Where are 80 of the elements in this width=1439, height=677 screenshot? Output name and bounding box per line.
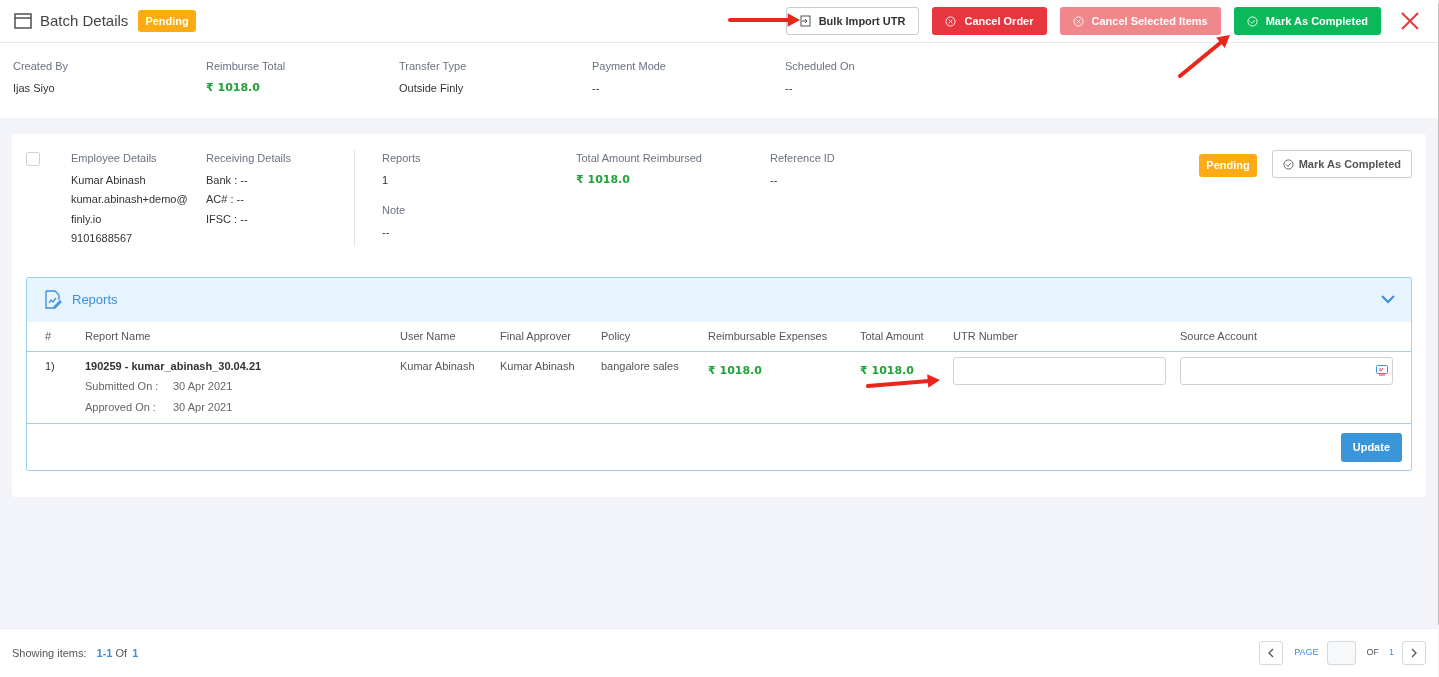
field-label: Reference ID	[770, 151, 836, 166]
field-value: --	[382, 224, 391, 240]
employee-detail: Kumar Abinash	[71, 172, 147, 188]
utr-input-field[interactable]	[953, 356, 1166, 385]
field-label: Reports	[382, 151, 422, 166]
date-label: Approved On :	[85, 399, 157, 415]
column-header: Report Name	[85, 328, 152, 344]
column-header: Final Approver	[500, 328, 572, 344]
select-checkbox[interactable]	[26, 152, 40, 166]
employee-detail: 9101688567	[71, 231, 134, 246]
column-header: UTR Number	[953, 328, 1019, 344]
check-circle-icon	[1282, 158, 1294, 170]
receiving-detail: Bank : --	[206, 172, 249, 188]
of-label: OF	[1366, 646, 1379, 660]
mark-completed-button[interactable]: Mark As Completed	[1271, 150, 1412, 178]
field-label: Payment Mode	[592, 59, 667, 74]
column-header: #	[45, 328, 53, 344]
action-button[interactable]: Cancel Order	[932, 7, 1047, 35]
field-value: --	[770, 172, 779, 188]
field-label: Receiving Details	[206, 151, 292, 166]
chevron-right-icon	[1411, 648, 1417, 658]
action-button[interactable]: Mark As Completed	[1233, 7, 1381, 35]
field-label: Note	[382, 203, 407, 218]
field-value: Ijas Siyo	[13, 80, 56, 96]
column-header: Policy	[601, 328, 632, 344]
source-account-field[interactable]	[1180, 356, 1393, 385]
cancel-icon	[1072, 15, 1084, 27]
next-page-button[interactable]	[1402, 641, 1426, 665]
chevron-left-icon	[1268, 648, 1275, 658]
action-button[interactable]: Bulk Import UTR	[785, 7, 920, 35]
amount-value: ₹ 1018.0	[860, 363, 914, 377]
column-header: Source Account	[1180, 328, 1259, 344]
of-label: Of	[115, 645, 128, 661]
report-name: 190259 - kumar_abinash_30.04.21	[85, 358, 263, 374]
amount-value: ₹ 1018.0	[206, 79, 261, 96]
status-badge: Pending	[138, 9, 196, 33]
column-header: Reimbursable Expenses	[708, 328, 829, 344]
field-value: Outside Finly	[399, 80, 465, 96]
employee-detail: kumar.abinash+demo@	[71, 192, 189, 207]
chevron-icon[interactable]	[1381, 295, 1395, 304]
status-badge: Pending	[1199, 154, 1257, 177]
amount-value: ₹ 1018.0	[708, 363, 762, 377]
date-value: 30 Apr 2021	[173, 399, 233, 415]
field-value: --	[785, 80, 794, 96]
range-value: 1-1	[96, 645, 113, 661]
field-label: Reimburse Total	[206, 59, 287, 74]
table-cell-text: bangalore sales	[601, 358, 680, 374]
date-value: 30 Apr 2021	[173, 379, 233, 394]
field-label: Scheduled On	[785, 59, 856, 74]
receiving-detail: IFSC : --	[206, 211, 249, 227]
field-label: Total Amount Reimbursed	[576, 151, 703, 166]
column-header: User Name	[400, 328, 457, 344]
employee-detail: finly.io	[71, 211, 103, 227]
table-cell-text: 1)	[45, 358, 56, 374]
page-title: Batch Details	[40, 10, 129, 31]
update-button[interactable]: Update	[1340, 432, 1402, 462]
page-input-field[interactable]	[1327, 641, 1357, 665]
column-header: Total Amount	[860, 328, 925, 344]
import-icon	[799, 15, 811, 27]
panel-title: Reports	[72, 290, 118, 309]
report-icon	[43, 290, 62, 309]
cancel-icon	[945, 15, 957, 27]
page-count: 1	[1389, 646, 1394, 660]
table-cell-text: Kumar Abinash	[400, 358, 476, 374]
field-value: --	[592, 80, 601, 96]
amount-value: ₹ 1018.0	[576, 171, 631, 188]
close-icon[interactable]	[1400, 11, 1420, 31]
field-label: Employee Details	[71, 151, 158, 166]
window-icon	[14, 13, 32, 29]
date-label: Submitted On :	[85, 379, 160, 394]
field-value: 1	[382, 172, 390, 188]
check-circle-icon	[1246, 15, 1258, 27]
field-label: Created By	[13, 59, 70, 74]
total-value: 1	[132, 645, 139, 661]
receiving-detail: AC# : --	[206, 192, 245, 207]
table-cell-text: Kumar Abinash	[500, 358, 576, 374]
page-label: PAGE	[1294, 646, 1319, 660]
field-label: Transfer Type	[399, 59, 468, 74]
showing-label: Showing items:	[12, 645, 87, 661]
previous-page-button[interactable]	[1259, 641, 1284, 665]
